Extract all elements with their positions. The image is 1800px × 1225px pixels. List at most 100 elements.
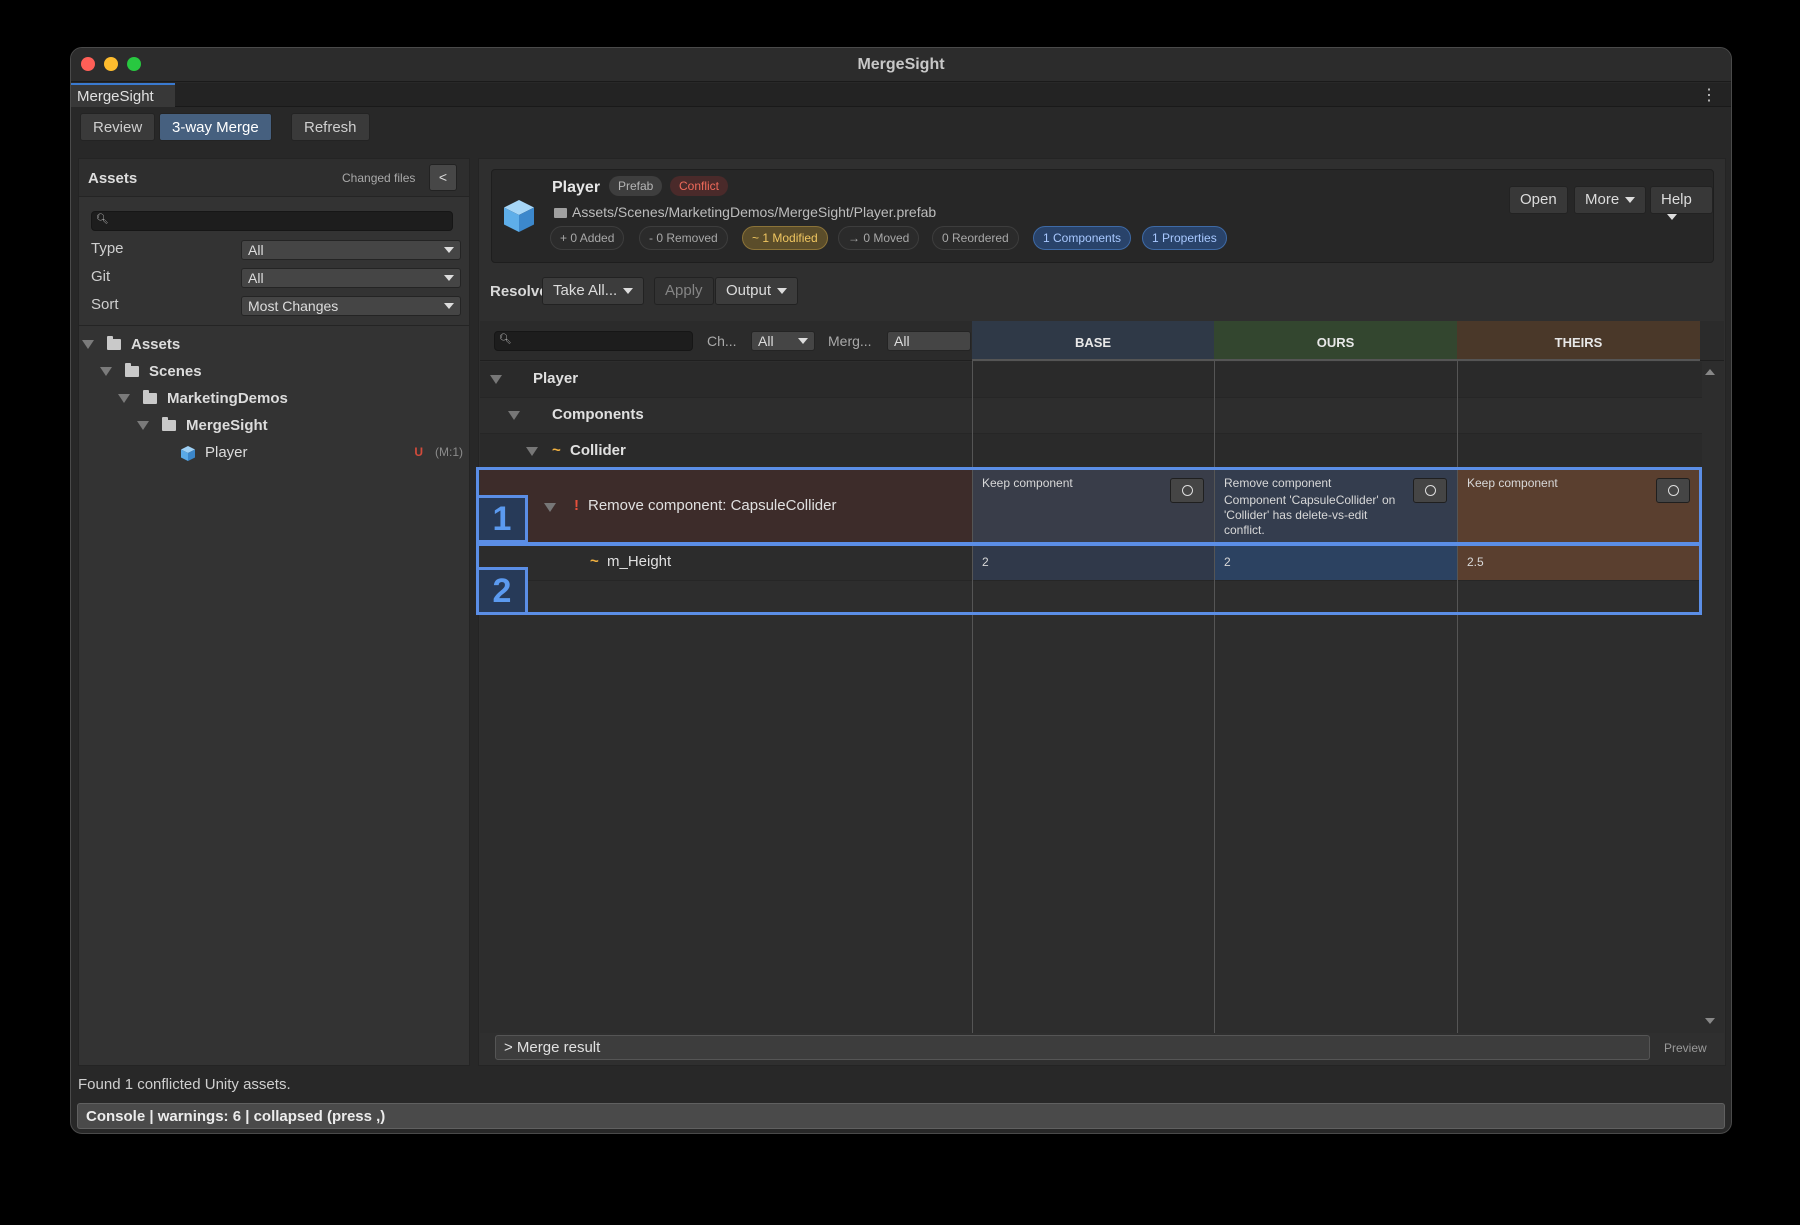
divider <box>79 325 469 326</box>
sort-value: Most Changes <box>248 298 339 314</box>
modified-count-badge: (M:1) <box>435 445 463 459</box>
expand-arrow-icon[interactable] <box>137 421 149 430</box>
folder-icon <box>143 390 157 404</box>
take-all-dropdown[interactable]: Take All... <box>542 277 645 305</box>
change-filter-value: All <box>758 333 774 349</box>
expand-arrow-icon[interactable] <box>508 411 520 420</box>
expand-arrow-icon[interactable] <box>526 447 538 456</box>
merge-filter-label: Merg... <box>828 333 872 349</box>
base-column-header: BASE <box>972 321 1214 361</box>
preview-label[interactable]: Preview <box>1664 1041 1707 1055</box>
console-bar[interactable]: Console | warnings: 6 | collapsed (press… <box>77 1103 1725 1129</box>
column-divider <box>1214 361 1215 1033</box>
ours-column-header: OURS <box>1214 321 1457 361</box>
prefab-tag: Prefab <box>609 176 663 196</box>
tab-mergesight[interactable]: MergeSight <box>71 83 175 107</box>
grid-header: 🔍︎ Ch... All Merg... All BASE OURS THEIR… <box>480 321 1724 361</box>
column-divider <box>1457 361 1458 1033</box>
sort-filter-label: Sort <box>91 296 119 313</box>
asset-header: Player Prefab Conflict Assets/Scenes/Mar… <box>491 169 1714 263</box>
more-label: More <box>1585 191 1620 208</box>
tree-item-scenes[interactable]: Scenes <box>79 359 469 385</box>
folder-icon <box>107 336 121 350</box>
assets-panel: Assets Changed files < 🔍︎ Type All Git A… <box>78 158 470 1066</box>
chevron-down-icon <box>1667 214 1677 221</box>
row-label: Components <box>552 406 644 423</box>
asset-name: Player <box>552 179 601 196</box>
git-filter-dropdown[interactable]: All <box>241 268 461 288</box>
prefab-cube-icon <box>504 200 534 232</box>
removed-count-pill[interactable]: - 0 Removed <box>639 226 728 250</box>
type-filter-dropdown[interactable]: All <box>241 240 461 260</box>
highlight-number-2: 2 <box>476 567 528 615</box>
type-filter-value: All <box>248 242 264 258</box>
row-label: Collider <box>570 442 626 459</box>
output-dropdown[interactable]: Output <box>715 277 799 305</box>
untracked-badge: U <box>414 445 423 459</box>
tree-label: MarketingDemos <box>167 390 288 407</box>
review-button[interactable]: Review <box>80 113 156 141</box>
merge-filter-value: All <box>894 333 910 349</box>
modified-marker: ~ <box>552 442 561 459</box>
added-count-pill[interactable]: + 0 Added <box>550 226 625 250</box>
git-filter-value: All <box>248 270 264 286</box>
kebab-menu-icon[interactable]: ⋮ <box>1701 85 1717 105</box>
open-button[interactable]: Open <box>1509 186 1568 214</box>
status-text: Found 1 conflicted Unity assets. <box>78 1076 291 1093</box>
change-filter-label: Ch... <box>707 333 737 349</box>
changed-files-label: Changed files <box>342 171 416 185</box>
expand-arrow-icon[interactable] <box>100 367 112 376</box>
resolve-label: Resolve <box>490 283 548 300</box>
modified-count-pill[interactable]: ~ 1 Modified <box>742 226 828 250</box>
theirs-column-header: THEIRS <box>1457 321 1700 361</box>
assets-title: Assets <box>88 170 138 187</box>
sort-dropdown[interactable]: Most Changes <box>241 296 461 316</box>
more-button[interactable]: More <box>1574 186 1647 214</box>
expand-arrow-icon[interactable] <box>490 375 502 384</box>
tree-item-player[interactable]: Player U (M:1) <box>79 440 469 466</box>
app-window: MergeSight MergeSight ⋮ Review 3-way Mer… <box>70 47 1732 1134</box>
tree-item-marketingdemos[interactable]: MarketingDemos <box>79 386 469 412</box>
reordered-count-pill[interactable]: 0 Reordered <box>932 226 1019 250</box>
expand-arrow-icon[interactable] <box>82 340 94 349</box>
chevron-down-icon <box>798 338 808 344</box>
expand-arrow-icon[interactable] <box>118 394 130 403</box>
refresh-button[interactable]: Refresh <box>291 113 370 141</box>
scroll-up-arrow-icon[interactable] <box>1705 369 1715 375</box>
change-filter-dropdown[interactable]: All <box>751 331 815 351</box>
prefab-cube-icon <box>181 446 195 461</box>
scroll-down-arrow-icon[interactable] <box>1705 1018 1715 1024</box>
components-count-pill[interactable]: 1 Components <box>1033 226 1132 250</box>
highlight-box-1 <box>476 467 1702 546</box>
chevron-down-icon <box>623 288 634 295</box>
row-label: Player <box>533 370 579 387</box>
search-icon: 🔍︎ <box>499 334 512 345</box>
merge-filter-dropdown[interactable]: All <box>887 331 971 351</box>
tree-row-components[interactable]: Components <box>480 398 1702 434</box>
apply-button[interactable]: Apply <box>654 277 714 305</box>
grid-search-input[interactable]: 🔍︎ <box>494 331 693 351</box>
folder-icon <box>125 363 139 377</box>
chevron-down-icon <box>444 303 454 309</box>
highlight-number-1: 1 <box>476 495 528 543</box>
search-icon: 🔍︎ <box>96 214 109 225</box>
tree-row-collider[interactable]: ~ Collider <box>480 434 1702 470</box>
collapse-panel-button[interactable]: < <box>429 164 457 191</box>
tree-item-mergesight[interactable]: MergeSight <box>79 413 469 439</box>
help-button[interactable]: Help <box>1650 186 1713 221</box>
properties-count-pill[interactable]: 1 Properties <box>1142 226 1227 250</box>
asset-search-input[interactable]: 🔍︎ <box>91 211 453 231</box>
three-way-merge-button[interactable]: 3-way Merge <box>159 113 272 141</box>
conflict-tag: Conflict <box>670 176 729 196</box>
merge-result-foldout[interactable]: > Merge result <box>495 1035 1650 1060</box>
merge-panel: Player Prefab Conflict Assets/Scenes/Mar… <box>476 158 1726 1066</box>
tree-row-player[interactable]: Player <box>480 362 1702 398</box>
assets-panel-header: Assets Changed files < <box>79 159 469 197</box>
tree-item-assets[interactable]: Assets <box>79 332 469 358</box>
column-divider <box>972 361 973 1033</box>
chevron-down-icon <box>777 288 788 295</box>
chevron-down-icon <box>1625 197 1636 204</box>
git-filter-label: Git <box>91 268 111 285</box>
moved-count-pill[interactable]: → 0 Moved <box>838 226 920 250</box>
help-label: Help <box>1661 191 1692 208</box>
